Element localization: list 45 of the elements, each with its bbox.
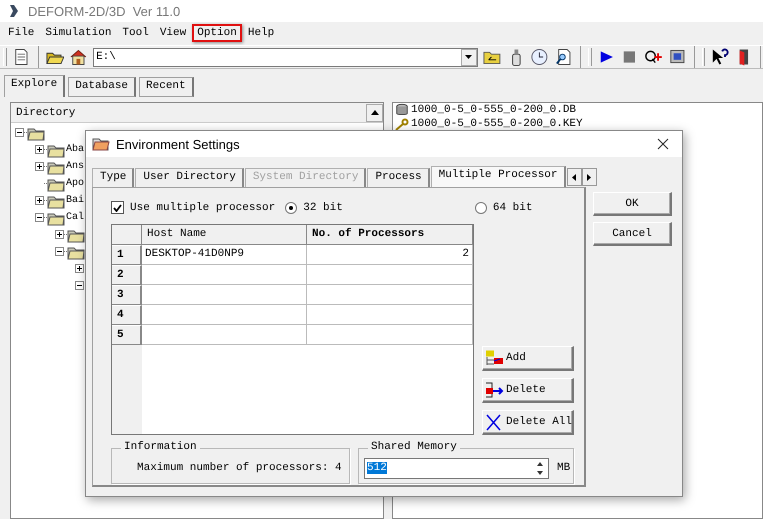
- menu-item[interactable]: View: [154, 24, 192, 42]
- settings-tab[interactable]: Type: [92, 168, 134, 187]
- tree-item-label[interactable]: Aba: [66, 144, 84, 155]
- tree-item-label[interactable]: Apo: [66, 178, 84, 189]
- radio-label: 32 bit: [303, 202, 343, 214]
- app-title: DEFORM-2D/3D Ver 11.0: [28, 4, 180, 18]
- menu-item[interactable]: File: [3, 24, 40, 42]
- action-button[interactable]: Delete: [482, 378, 574, 403]
- tree-item-label[interactable]: Ans: [66, 161, 84, 172]
- column-header[interactable]: No. of Processors: [307, 225, 473, 245]
- menu-item[interactable]: Help: [242, 24, 280, 42]
- group-title: Shared Memory: [368, 441, 460, 453]
- tree-item-label[interactable]: Cal: [66, 212, 84, 223]
- settings-tab[interactable]: Multiple Processor: [430, 166, 566, 187]
- file-name[interactable]: 1000_0-5_0-555_0-200_0.KEY: [411, 118, 583, 130]
- file-name[interactable]: 1000_0-5_0-555_0-200_0.DB: [411, 104, 576, 116]
- menu-item[interactable]: Simulation: [40, 24, 116, 42]
- path-combo[interactable]: E:\: [93, 48, 478, 66]
- tree-item-label[interactable]: Bai: [66, 195, 84, 206]
- host-cell[interactable]: DESKTOP-41D0NP9: [142, 245, 307, 265]
- row-number: 1: [112, 245, 142, 265]
- unit-label: MB: [557, 462, 570, 474]
- shared-memory-field[interactable]: 512: [364, 458, 549, 478]
- dialog-button[interactable]: OK: [593, 192, 672, 216]
- explorer-tab[interactable]: Explore: [4, 75, 66, 97]
- row-number: 5: [112, 325, 142, 345]
- row-number: 2: [112, 265, 142, 285]
- checkbox-label: Use multiple processor: [130, 202, 276, 214]
- directory-header: Directory: [16, 106, 76, 118]
- menu-item[interactable]: Option: [192, 24, 242, 42]
- menu-item[interactable]: Tool: [117, 24, 154, 42]
- dialog-title: Environment Settings: [116, 136, 241, 152]
- row-number: 4: [112, 305, 142, 325]
- column-header[interactable]: Host Name: [142, 225, 307, 245]
- settings-tab[interactable]: Process: [367, 168, 430, 187]
- radio-label: 64 bit: [492, 202, 532, 214]
- settings-tab[interactable]: User Directory: [135, 168, 244, 187]
- action-button[interactable]: Add: [482, 346, 574, 371]
- explorer-tab[interactable]: Database: [68, 77, 136, 97]
- explorer-tab[interactable]: Recent: [139, 77, 194, 97]
- row-number: 3: [112, 285, 142, 305]
- info-text: Maximum number of processors: 4: [137, 462, 342, 474]
- action-button[interactable]: Delete All: [482, 410, 574, 435]
- processor-count-cell[interactable]: 2: [307, 245, 473, 265]
- dialog-button[interactable]: Cancel: [593, 222, 672, 246]
